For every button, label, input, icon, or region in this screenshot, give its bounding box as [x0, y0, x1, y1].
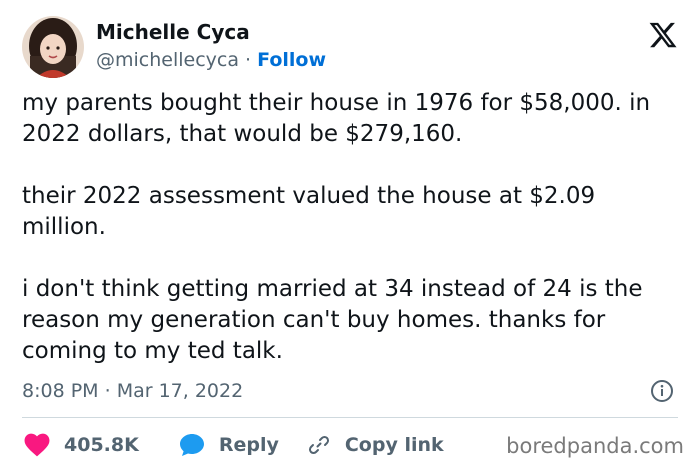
x-logo-icon[interactable] [648, 20, 678, 50]
tweet-time: 8:08 PM [22, 380, 99, 402]
action-bar: 405.8K Reply Copy link [24, 431, 444, 459]
info-icon[interactable] [650, 379, 674, 403]
watermark: boredpanda.com [506, 434, 684, 458]
tweet-paragraph: i don't think getting married at 34 inst… [22, 276, 643, 364]
heart-icon [24, 433, 50, 457]
reply-label: Reply [218, 434, 279, 456]
avatar[interactable] [22, 16, 84, 78]
link-icon [308, 435, 329, 455]
tweet-paragraph: my parents bought their house in 1976 fo… [22, 90, 651, 147]
reply-bubble-icon [179, 434, 204, 456]
divider [22, 417, 678, 418]
reply-button[interactable]: Reply [179, 433, 279, 457]
tweet-paragraph: their 2022 assessment valued the house a… [22, 183, 596, 240]
timestamp-separator: · [104, 380, 111, 402]
copy-link-label: Copy link [344, 434, 444, 456]
tweet-timestamp[interactable]: 8:08 PM · Mar 17, 2022 [22, 380, 243, 402]
handle-separator: · [245, 49, 252, 71]
like-button[interactable]: 405.8K [24, 433, 139, 457]
tweet-text: my parents bought their house in 1976 fo… [22, 88, 682, 367]
follow-button[interactable]: Follow [257, 49, 326, 71]
copy-link-button[interactable]: Copy link [307, 433, 444, 457]
display-name[interactable]: Michelle Cyca [96, 20, 250, 44]
handle-row: @michellecyca · Follow [96, 49, 326, 71]
like-count: 405.8K [64, 434, 139, 456]
tweet-date: Mar 17, 2022 [116, 380, 244, 402]
user-handle[interactable]: @michellecyca [96, 49, 239, 71]
profile-photo-icon [22, 16, 84, 78]
